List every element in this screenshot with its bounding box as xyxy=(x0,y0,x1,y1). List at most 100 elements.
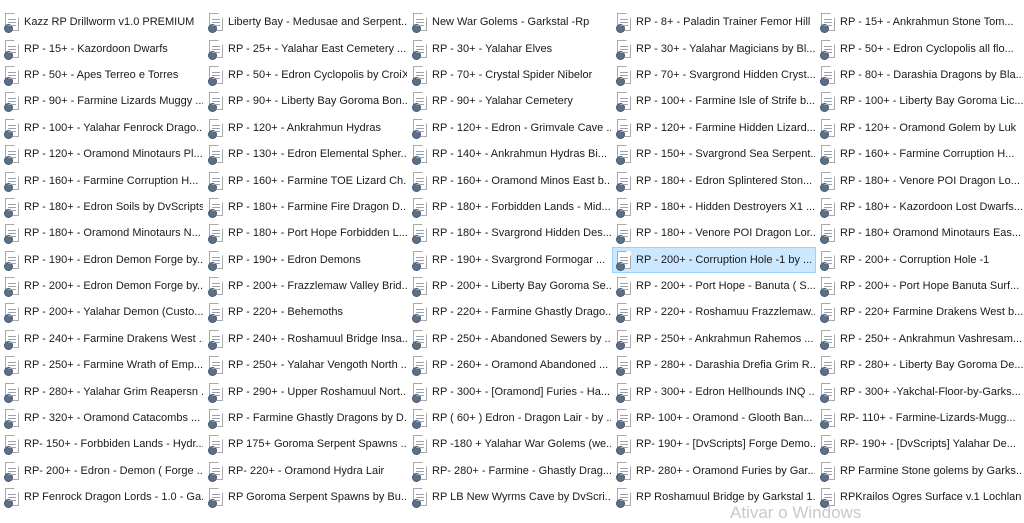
file-item[interactable]: RP- 100+ - Oramond - Glooth Ban... xyxy=(612,405,816,431)
file-item[interactable]: RP - 15+ - Ankrahmun Stone Tom... xyxy=(816,9,1024,35)
file-item[interactable]: Kazz RP Drillworm v1.0 PREMIUM xyxy=(0,9,204,35)
file-item[interactable]: RP - 120+ - Edron - Grimvale Cave ... xyxy=(408,115,612,141)
file-item[interactable]: RP - 25+ - Yalahar East Cemetery ... xyxy=(204,35,408,61)
file-item[interactable]: RP - 200+ - Frazzlemaw Valley Brid... xyxy=(204,273,408,299)
file-item[interactable]: RP - 50+ - Edron Cyclopolis all flo... xyxy=(816,35,1024,61)
file-item[interactable]: RP - 180+ - Edron Splintered Ston... xyxy=(612,167,816,193)
file-item[interactable]: RP - 200+ - Corruption Hole -1 xyxy=(816,247,1024,273)
file-item[interactable]: RP- 220+ - Oramond Hydra Lair xyxy=(204,458,408,484)
file-item[interactable]: RP - 120+ - Farmine Hidden Lizard... xyxy=(612,115,816,141)
file-item[interactable]: RP - 180+ - Forbidden Lands - Mid... xyxy=(408,194,612,220)
file-name-label: RP- 110+ - Farmine-Lizards-Mugg... xyxy=(840,412,1016,425)
file-item[interactable]: RP -180 + Yalahar War Golems (we... xyxy=(408,431,612,457)
file-item[interactable]: RP - 180+ - Edron Soils by DvScripts xyxy=(0,194,204,220)
file-item[interactable]: RP - 160+ - Farmine Corruption H... xyxy=(816,141,1024,167)
file-item[interactable]: RP - 180+ - Kazordoon Lost Dwarfs... xyxy=(816,194,1024,220)
file-item[interactable]: RP - 50+ - Edron Cyclopolis by CroiX xyxy=(204,62,408,88)
file-item[interactable]: RP - 220+ - Farmine Ghastly Drago... xyxy=(408,299,612,325)
file-item[interactable]: RP - 180+ - Venore POI Dragon Lo... xyxy=(816,167,1024,193)
file-item[interactable]: RP Goroma Serpent Spawns by Bu... xyxy=(204,484,408,510)
file-item[interactable]: RP - 200+ - Port Hope Banuta Surf... xyxy=(816,273,1024,299)
file-item[interactable]: RP- 190+ - [DvScripts] Forge Demo... xyxy=(612,431,816,457)
file-item[interactable]: RP - 100+ - Farmine Isle of Strife b... xyxy=(612,88,816,114)
file-item[interactable]: RP - 160+ - Farmine Corruption H... xyxy=(0,167,204,193)
file-item[interactable]: RP- 190+ - [DvScripts] Yalahar De... xyxy=(816,431,1024,457)
file-item[interactable]: RP - 220+ - Roshamuu Frazzlemaw... xyxy=(612,299,816,325)
file-item[interactable]: RP- 280+ - Farmine - Ghastly Drag... xyxy=(408,458,612,484)
file-item[interactable]: RP - 250+ - Yalahar Vengoth North ... xyxy=(204,352,408,378)
file-name-label: RP - 180+ - Venore POI Dragon Lo... xyxy=(840,174,1020,187)
file-item[interactable]: RP - Farmine Ghastly Dragons by D... xyxy=(204,405,408,431)
file-item[interactable]: RP - 250+ - Ankrahmun Vashresam... xyxy=(816,326,1024,352)
file-item[interactable]: RP - 180+ - Farmine Fire Dragon D... xyxy=(204,194,408,220)
gear-icon xyxy=(208,314,217,324)
file-item[interactable]: RP - 140+ - Ankrahmun Hydras Bi... xyxy=(408,141,612,167)
file-item[interactable]: RP - 70+ - Crystal Spider Nibelor xyxy=(408,62,612,88)
file-item[interactable]: RP - 200+ - Edron Demon Forge by... xyxy=(0,273,204,299)
file-item[interactable]: RP - 180+ - Venore POI Dragon Lor... xyxy=(612,220,816,246)
file-item[interactable]: Liberty Bay - Medusae and Serpent... xyxy=(204,9,408,35)
file-item[interactable]: RP - 240+ - Farmine Drakens West ... xyxy=(0,326,204,352)
file-item[interactable]: RP - 250+ - Abandoned Sewers by ... xyxy=(408,326,612,352)
file-item[interactable]: RP - 200+ - Port Hope - Banuta ( S... xyxy=(612,273,816,299)
file-item[interactable]: RP - 250+ - Farmine Wrath of Emp... xyxy=(0,352,204,378)
script-file-icon xyxy=(412,382,427,403)
file-item[interactable]: RP- 200+ - Edron - Demon ( Forge ... xyxy=(0,458,204,484)
file-item[interactable]: RP - 180+ - Oramond Minotaurs N... xyxy=(0,220,204,246)
script-file-icon xyxy=(616,435,631,456)
file-item[interactable]: RP - 180+ - Port Hope Forbidden L... xyxy=(204,220,408,246)
file-item[interactable]: RP - 50+ - Apes Terreo e Torres xyxy=(0,62,204,88)
file-item[interactable]: RP - 8+ - Paladin Trainer Femor Hill xyxy=(612,9,816,35)
file-item[interactable]: RP - 80+ - Darashia Dragons by Bla... xyxy=(816,62,1024,88)
file-item[interactable]: RP - 200+ - Corruption Hole -1 by ... xyxy=(612,246,816,273)
file-item[interactable]: RP - 15+ - Kazordoon Dwarfs xyxy=(0,35,204,61)
file-item[interactable]: RP - 190+ - Edron Demons xyxy=(204,247,408,273)
file-item[interactable]: RP - 150+ - Svargrond Sea Serpent... xyxy=(612,141,816,167)
file-item[interactable]: RP - 90+ - Yalahar Cemetery xyxy=(408,88,612,114)
file-item[interactable]: RP - 180+ Oramond Minotaurs Eas... xyxy=(816,220,1024,246)
file-item[interactable]: RP - 290+ - Upper Roshamuul Nort... xyxy=(204,378,408,404)
file-item[interactable]: RP - 120+ - Ankrahmun Hydras xyxy=(204,115,408,141)
file-item[interactable]: RP- 280+ - Oramond Furies by Gar... xyxy=(612,458,816,484)
file-item[interactable]: RP - 280+ - Darashia Drefia Grim R... xyxy=(612,352,816,378)
file-item[interactable]: RP 175+ Goroma Serpent Spawns ... xyxy=(204,431,408,457)
file-item[interactable]: RP - 300+ - [Oramond] Furies - Ha... xyxy=(408,378,612,404)
file-item[interactable]: RP - 220+ - Behemoths xyxy=(204,299,408,325)
file-item[interactable]: RP - 130+ - Edron Elemental Spher... xyxy=(204,141,408,167)
file-item[interactable]: RP - 280+ - Liberty Bay Goroma De... xyxy=(816,352,1024,378)
file-item[interactable]: RP - 190+ - Svargrond Formogar ... xyxy=(408,247,612,273)
file-item[interactable]: RP - 320+ - Oramond Catacombs ... xyxy=(0,405,204,431)
file-item[interactable]: RP - 200+ - Liberty Bay Goroma Se... xyxy=(408,273,612,299)
file-item[interactable]: RP - 180+ - Hidden Destroyers X1 ... xyxy=(612,194,816,220)
file-item[interactable]: RP - 220+ Farmine Drakens West b... xyxy=(816,299,1024,325)
file-item[interactable]: RP Farmine Stone golems by Garks... xyxy=(816,458,1024,484)
file-item[interactable]: RP LB New Wyrms Cave by DvScri... xyxy=(408,484,612,510)
file-item[interactable]: RP - 30+ - Yalahar Elves xyxy=(408,35,612,61)
file-item[interactable]: RP - 190+ - Edron Demon Forge by... xyxy=(0,247,204,273)
file-item[interactable]: RP - 250+ - Ankrahmun Rahemos ... xyxy=(612,326,816,352)
file-item[interactable]: RP - 300+ - Edron Hellhounds INQ ... xyxy=(612,378,816,404)
script-file-icon xyxy=(208,13,223,34)
file-item[interactable]: RP - 260+ - Oramond Abandoned ... xyxy=(408,352,612,378)
file-item[interactable]: RP - 160+ - Farmine TOE Lizard Ch... xyxy=(204,167,408,193)
gear-icon xyxy=(820,393,829,403)
file-item[interactable]: RP Fenrock Dragon Lords - 1.0 - Ga... xyxy=(0,484,204,510)
file-item[interactable]: RP - 200+ - Yalahar Demon (Custo... xyxy=(0,299,204,325)
file-item[interactable]: New War Golems - Garkstal -Rp xyxy=(408,9,612,35)
file-item[interactable]: RP - 280+ - Yalahar Grim Reapersn ... xyxy=(0,378,204,404)
file-item[interactable]: RP - 100+ - Liberty Bay Goroma Lic... xyxy=(816,88,1024,114)
file-item[interactable]: RP - 180+ - Svargrond Hidden Des... xyxy=(408,220,612,246)
file-item[interactable]: RP - 90+ - Liberty Bay Goroma Bon... xyxy=(204,88,408,114)
file-item[interactable]: RP - 120+ - Oramond Golem by Luk xyxy=(816,115,1024,141)
file-item[interactable]: RP- 110+ - Farmine-Lizards-Mugg... xyxy=(816,405,1024,431)
file-item[interactable]: RP - 300+ -Yakchal-Floor-by-Garks... xyxy=(816,378,1024,404)
file-item[interactable]: RP ( 60+ ) Edron - Dragon Lair - by ... xyxy=(408,405,612,431)
file-item[interactable]: RP- 150+ - Forbbiden Lands - Hydr... xyxy=(0,431,204,457)
file-item[interactable]: RP - 120+ - Oramond Minotaurs Pl... xyxy=(0,141,204,167)
file-item[interactable]: RP - 240+ - Roshamuul Bridge Insa... xyxy=(204,326,408,352)
file-item[interactable]: RP - 90+ - Farmine Lizards Muggy ... xyxy=(0,88,204,114)
file-item[interactable]: RP - 100+ - Yalahar Fenrock Drago... xyxy=(0,115,204,141)
file-item[interactable]: RP - 70+ - Svargrond Hidden Cryst... xyxy=(612,62,816,88)
file-item[interactable]: RP - 160+ - Oramond Minos East b... xyxy=(408,167,612,193)
file-item[interactable]: RP - 30+ - Yalahar Magicians by Bl... xyxy=(612,35,816,61)
